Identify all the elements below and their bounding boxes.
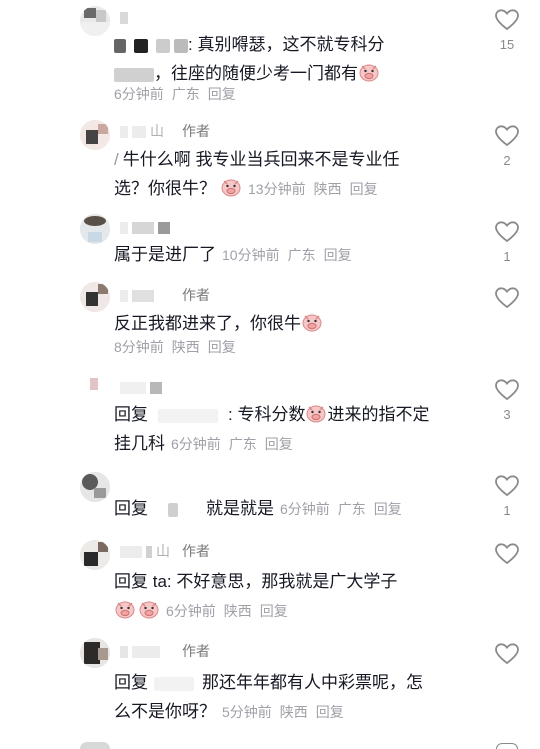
comment-author[interactable]	[120, 8, 132, 26]
comment-location: 广东	[228, 436, 257, 452]
comment-time: 10分钟前	[222, 247, 280, 263]
comment-author[interactable]	[120, 642, 164, 660]
comment-time: 6分钟前	[280, 501, 330, 517]
next-comment-like-partial	[496, 743, 518, 749]
avatar[interactable]	[80, 376, 110, 406]
reply-button[interactable]: 回复	[350, 181, 378, 197]
author-tag: 作者	[182, 287, 210, 303]
comment-location: 广东	[287, 247, 316, 263]
comment-location: 广东	[337, 501, 366, 517]
comment-author[interactable]	[120, 286, 158, 304]
reply-button[interactable]: 回复	[324, 247, 352, 263]
comment-author[interactable]: 山	[120, 122, 164, 140]
like-button[interactable]: 15	[493, 8, 521, 52]
like-count: 1	[503, 503, 511, 518]
comment-time: 6分钟前	[171, 436, 221, 452]
comment-location: 陕西	[223, 603, 252, 619]
comment-text: / 牛什么啊 我专业当兵回来不是专业任 选？你很牛？ 13分钟前 陕西 回复	[114, 150, 400, 198]
comment-time: 13分钟前	[248, 181, 306, 197]
comment-author[interactable]: 山	[120, 542, 170, 560]
comment-location: 陕西	[313, 181, 342, 197]
like-count: 2	[503, 153, 511, 168]
like-button[interactable]	[493, 642, 521, 672]
comment-meta: 6分钟前 广东 回复	[114, 85, 244, 103]
like-button[interactable]	[493, 286, 521, 316]
avatar[interactable]	[80, 282, 110, 312]
like-button[interactable]	[493, 542, 521, 572]
comment-location: 陕西	[279, 704, 308, 720]
comment-text: 回复 ta: 不好意思，那我就是广大学子 6分钟前 陕西 回复	[114, 572, 398, 619]
comment-time: 6分钟前	[114, 86, 164, 102]
comment-text: 回复: 专科分数 进来的指不定 挂几科 6分钟前 广东 回复	[114, 400, 484, 459]
next-comment-avatar-partial	[80, 742, 110, 749]
comment-time: 5分钟前	[222, 704, 272, 720]
avatar[interactable]	[80, 540, 110, 570]
comment-time: 8分钟前	[114, 339, 164, 355]
like-count: 15	[499, 37, 515, 52]
like-button[interactable]: 1	[493, 474, 521, 518]
author-tag: 作者	[182, 543, 210, 559]
pig-face-emoji	[359, 64, 379, 82]
comment-meta: 8分钟前 陕西 回复	[114, 338, 244, 356]
pig-face-emoji	[139, 601, 159, 619]
author-tag: 作者	[182, 643, 210, 659]
heart-outline-icon	[495, 9, 519, 31]
avatar[interactable]	[80, 638, 110, 668]
heart-outline-icon	[495, 221, 519, 243]
like-button[interactable]: 1	[493, 220, 521, 264]
reply-button[interactable]: 回复	[316, 704, 344, 720]
comment-time: 6分钟前	[166, 603, 216, 619]
pig-face-emoji	[302, 314, 322, 332]
heart-outline-icon	[495, 543, 519, 565]
avatar[interactable]	[80, 120, 110, 150]
comment-text: 属于是进厂了 10分钟前 广东 回复	[114, 245, 352, 264]
reply-button[interactable]: 回复	[208, 339, 236, 355]
author-tag: 作者	[182, 123, 210, 139]
like-count: 1	[503, 249, 511, 264]
pig-face-emoji	[306, 405, 326, 423]
avatar[interactable]	[80, 472, 110, 502]
comment-text: 回复 那还年年都有人中彩票呢，怎 么不是你呀？ 5分钟前 陕西 回复	[114, 673, 423, 721]
pig-face-emoji	[115, 601, 135, 619]
avatar[interactable]	[80, 6, 110, 36]
reply-button[interactable]: 回复	[208, 86, 236, 102]
heart-outline-icon	[495, 379, 519, 401]
comment-author[interactable]	[120, 378, 166, 396]
like-button[interactable]: 2	[493, 124, 521, 168]
heart-outline-icon	[495, 287, 519, 309]
comment-text: : 真别嘚瑟，这不就专科分 ，往座的随便少考一门都有	[114, 30, 484, 88]
comment-author[interactable]	[120, 218, 174, 236]
comment-text: 反正我都进来了，你很牛	[114, 309, 484, 338]
avatar[interactable]	[80, 214, 110, 244]
like-count: 3	[503, 407, 511, 422]
pig-face-emoji	[221, 179, 241, 197]
comment-location: 广东	[171, 86, 200, 102]
reply-button[interactable]: 回复	[260, 603, 288, 619]
comment-location: 陕西	[171, 339, 200, 355]
heart-outline-icon	[495, 475, 519, 497]
like-button[interactable]: 3	[493, 378, 521, 422]
heart-outline-icon	[495, 643, 519, 665]
reply-button[interactable]: 回复	[374, 501, 402, 517]
reply-button[interactable]: 回复	[265, 436, 293, 452]
heart-outline-icon	[495, 125, 519, 147]
comment-text: 回复 就是就是 6分钟前 广东 回复	[114, 499, 402, 518]
